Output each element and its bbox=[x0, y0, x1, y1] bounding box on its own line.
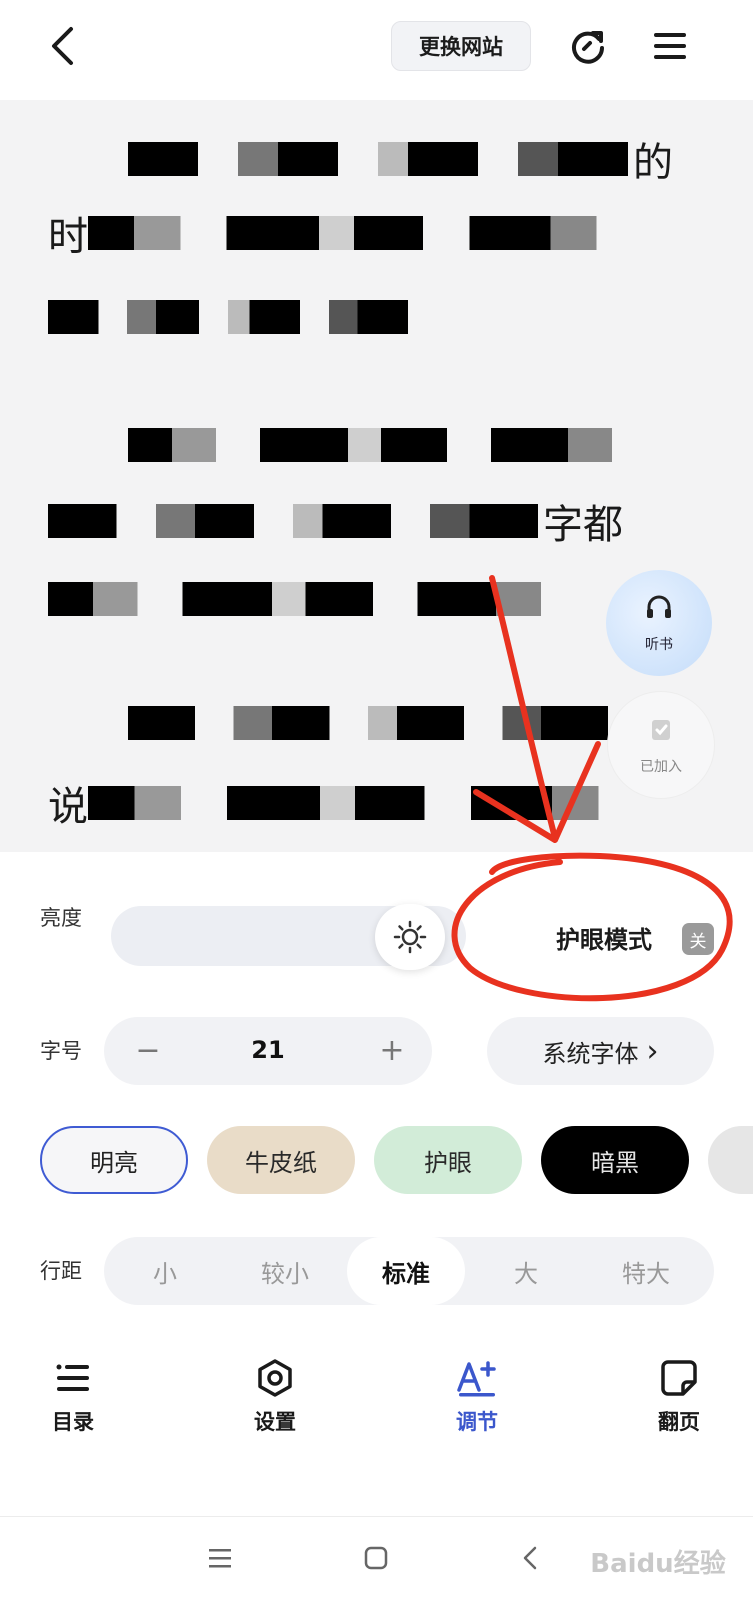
text-line bbox=[48, 576, 613, 622]
font-size-value: 21 bbox=[251, 1036, 285, 1064]
watermark-text: Baidu经验 bbox=[590, 1548, 726, 1579]
recent-apps-icon bbox=[209, 1549, 231, 1568]
nav-page-turn[interactable]: 翻页 bbox=[624, 1358, 734, 1448]
system-back-button[interactable] bbox=[510, 1538, 550, 1578]
text-line bbox=[128, 700, 613, 746]
listen-book-button[interactable]: 听书 bbox=[606, 570, 712, 676]
redacted-text bbox=[128, 706, 608, 740]
bookshelf-icon bbox=[652, 720, 670, 740]
text-fragment: 说 bbox=[48, 784, 88, 830]
font-size-label: 字号 bbox=[40, 1039, 82, 1063]
home-button[interactable] bbox=[356, 1538, 396, 1578]
font-size-increase-button[interactable]: + bbox=[372, 1030, 412, 1070]
reading-area[interactable]: 的 时 字都 说 听书 已加入 bbox=[0, 100, 753, 852]
sun-icon bbox=[393, 920, 427, 954]
chevron-left-icon bbox=[52, 27, 73, 65]
list-icon bbox=[56, 1364, 89, 1391]
text-line: 时 bbox=[48, 210, 671, 260]
system-font-button[interactable]: 系统字体 › bbox=[487, 1017, 714, 1085]
back-button[interactable] bbox=[40, 22, 84, 70]
redacted-text bbox=[128, 428, 678, 462]
line-spacing-smaller[interactable]: 较小 bbox=[226, 1237, 344, 1305]
listen-book-label: 听书 bbox=[645, 637, 673, 653]
added-to-shelf-button[interactable]: 已加入 bbox=[608, 692, 714, 798]
text-line: 字都 bbox=[48, 498, 623, 548]
hamburger-menu-icon bbox=[654, 33, 686, 59]
eye-protection-mode-toggle[interactable]: 关 bbox=[682, 923, 714, 955]
gear-icon bbox=[258, 1359, 292, 1397]
text-line: 的 bbox=[128, 136, 673, 186]
nav-label: 翻页 bbox=[658, 1410, 700, 1434]
text-fragment: 字都 bbox=[543, 502, 623, 548]
system-font-label: 系统字体 bbox=[542, 1039, 639, 1068]
redacted-text bbox=[128, 142, 628, 176]
brightness-slider-handle[interactable] bbox=[375, 904, 446, 970]
redacted-text bbox=[48, 504, 538, 538]
chevron-right-icon: › bbox=[646, 1033, 659, 1069]
redacted-text bbox=[48, 582, 608, 616]
redacted-text bbox=[48, 300, 408, 334]
nav-table-of-contents[interactable]: 目录 bbox=[18, 1358, 128, 1448]
top-bar: 更换网站 bbox=[0, 0, 753, 100]
theme-dark-button[interactable]: 暗黑 bbox=[541, 1126, 689, 1194]
brightness-label: 亮度 bbox=[40, 906, 82, 930]
page-turn-icon bbox=[661, 1360, 697, 1396]
text-adjust-icon bbox=[457, 1361, 496, 1397]
headphones-icon bbox=[647, 595, 671, 618]
theme-bright-button[interactable]: 明亮 bbox=[40, 1126, 188, 1194]
menu-button[interactable] bbox=[648, 24, 692, 68]
nav-label: 设置 bbox=[254, 1410, 296, 1434]
switch-site-button[interactable]: 更换网站 bbox=[391, 21, 531, 71]
line-spacing-label: 行距 bbox=[40, 1259, 82, 1283]
redacted-text bbox=[88, 216, 666, 250]
line-spacing-small[interactable]: 小 bbox=[106, 1237, 224, 1305]
text-line: 说 bbox=[48, 780, 673, 830]
theme-kraft-button[interactable]: 牛皮纸 bbox=[207, 1126, 355, 1194]
home-icon bbox=[364, 1546, 388, 1570]
font-size-decrease-button[interactable]: − bbox=[128, 1030, 168, 1070]
eye-protection-mode-label[interactable]: 护眼模式 bbox=[556, 920, 652, 955]
text-line bbox=[48, 294, 413, 340]
line-spacing-extra-large[interactable]: 特大 bbox=[587, 1237, 705, 1305]
text-line bbox=[128, 422, 683, 468]
added-to-shelf-label: 已加入 bbox=[640, 759, 682, 775]
refresh-button[interactable] bbox=[566, 24, 610, 68]
line-spacing-large[interactable]: 大 bbox=[467, 1237, 585, 1305]
theme-eye-care-button[interactable]: 护眼 bbox=[374, 1126, 522, 1194]
nav-settings[interactable]: 设置 bbox=[220, 1358, 330, 1448]
back-triangle-icon bbox=[523, 1546, 537, 1570]
nav-adjust[interactable]: 调节 bbox=[422, 1358, 532, 1448]
line-spacing-standard[interactable]: 标准 bbox=[347, 1237, 465, 1305]
nav-label: 目录 bbox=[52, 1410, 94, 1434]
text-fragment: 的 bbox=[633, 140, 673, 186]
nav-label: 调节 bbox=[456, 1410, 498, 1434]
refresh-icon bbox=[572, 31, 604, 64]
recent-apps-button[interactable] bbox=[200, 1538, 240, 1578]
text-fragment: 时 bbox=[48, 214, 88, 260]
baidu-jingyan-watermark: Baidu经验 bbox=[578, 1532, 738, 1590]
redacted-text bbox=[88, 786, 668, 820]
